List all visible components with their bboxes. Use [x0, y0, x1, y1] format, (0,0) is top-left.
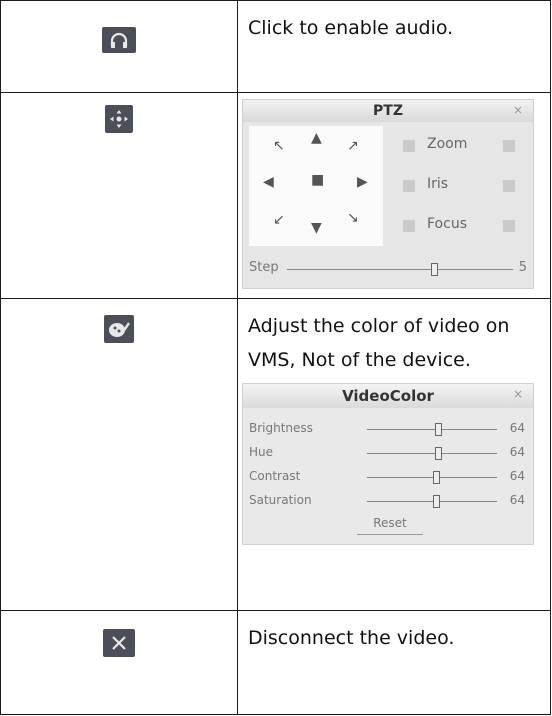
ptz-move-icon[interactable] — [105, 105, 133, 133]
table-row: Click to enable audio. — [0, 0, 551, 93]
iris-label: Iris — [427, 176, 449, 192]
icon-cell — [0, 0, 238, 93]
ptz-panel: PTZ × ↖ ▲ ↗ ◀ ■ ▶ ↙ ▼ ↘ Zoom Iris Focus … — [242, 99, 534, 289]
step-slider-handle[interactable] — [431, 263, 438, 276]
description-text: Adjust the color of video on VMS, Not of… — [248, 315, 510, 371]
slider-track[interactable] — [367, 453, 497, 454]
icon-cell — [0, 610, 238, 715]
description-cell: Disconnect the video. — [237, 610, 551, 715]
pan-down-left-icon[interactable]: ↙ — [273, 212, 285, 228]
focus-far-button[interactable] — [503, 220, 515, 232]
slider-track[interactable] — [367, 429, 497, 430]
videocolor-panel: VideoColor × Brightness 64 Hue 64 Contra… — [242, 383, 534, 545]
focus-label: Focus — [427, 216, 467, 232]
headphones-icon[interactable] — [102, 27, 136, 53]
step-value: 5 — [518, 260, 527, 275]
slider-handle[interactable] — [435, 423, 442, 436]
table-row: Adjust the color of video on VMS, Not of… — [0, 298, 551, 611]
description-text: Click to enable audio. — [248, 17, 454, 39]
tilt-down-icon[interactable]: ▼ — [311, 220, 322, 236]
reset-button[interactable]: Reset — [357, 516, 423, 535]
zoom-out-button[interactable] — [403, 140, 415, 152]
brightness-slider[interactable]: Brightness 64 — [249, 420, 531, 438]
hue-label: Hue — [249, 445, 274, 459]
iris-close-button[interactable] — [403, 180, 415, 192]
step-slider[interactable]: Step 5 — [249, 260, 529, 280]
focus-control: Focus — [391, 214, 531, 244]
zoom-control: Zoom — [391, 134, 531, 164]
brightness-label: Brightness — [249, 421, 313, 435]
direction-pad: ↖ ▲ ↗ ◀ ■ ▶ ↙ ▼ ↘ — [249, 126, 383, 246]
pan-right-icon[interactable]: ▶ — [357, 174, 368, 190]
slider-track[interactable] — [367, 477, 497, 478]
slider-handle[interactable] — [435, 447, 442, 460]
pan-left-icon[interactable]: ◀ — [263, 174, 274, 190]
pan-up-left-icon[interactable]: ↖ — [273, 138, 285, 154]
contrast-value: 64 — [509, 469, 525, 483]
ptz-panel-title: PTZ — [243, 100, 533, 122]
icon-cell — [0, 92, 238, 299]
zoom-label: Zoom — [427, 136, 468, 152]
close-icon[interactable]: × — [513, 103, 523, 117]
zoom-in-button[interactable] — [503, 140, 515, 152]
saturation-value: 64 — [509, 493, 525, 507]
description-cell: PTZ × ↖ ▲ ↗ ◀ ■ ▶ ↙ ▼ ↘ Zoom Iris Focus … — [237, 92, 551, 299]
brightness-value: 64 — [509, 421, 525, 435]
focus-near-button[interactable] — [403, 220, 415, 232]
table-row: PTZ × ↖ ▲ ↗ ◀ ■ ▶ ↙ ▼ ↘ Zoom Iris Focus … — [0, 92, 551, 299]
slider-handle[interactable] — [433, 495, 440, 508]
color-palette-icon[interactable] — [104, 315, 134, 343]
description-cell: Adjust the color of video on VMS, Not of… — [237, 298, 551, 611]
slider-track[interactable] — [367, 501, 497, 502]
saturation-slider[interactable]: Saturation 64 — [249, 492, 531, 510]
description-cell: Click to enable audio. — [237, 0, 551, 93]
saturation-label: Saturation — [249, 493, 312, 507]
videocolor-panel-title: VideoColor — [243, 384, 533, 408]
contrast-label: Contrast — [249, 469, 301, 483]
contrast-slider[interactable]: Contrast 64 — [249, 468, 531, 486]
close-icon[interactable]: × — [513, 387, 523, 401]
close-icon[interactable] — [103, 629, 135, 657]
hue-value: 64 — [509, 445, 525, 459]
hue-slider[interactable]: Hue 64 — [249, 444, 531, 462]
pan-down-right-icon[interactable]: ↘ — [347, 210, 359, 226]
slider-handle[interactable] — [433, 471, 440, 484]
description-text: Disconnect the video. — [248, 627, 455, 649]
iris-open-button[interactable] — [503, 180, 515, 192]
icon-cell — [0, 298, 238, 611]
pan-up-right-icon[interactable]: ↗ — [347, 138, 359, 154]
iris-control: Iris — [391, 174, 531, 204]
table-row: Disconnect the video. — [0, 610, 551, 715]
tilt-up-icon[interactable]: ▲ — [311, 130, 322, 146]
feature-table: Click to enable audio. PTZ × ↖ ▲ ↗ ◀ ■ ▶… — [0, 0, 551, 715]
stop-icon[interactable]: ■ — [311, 172, 324, 188]
step-slider-track[interactable] — [287, 269, 513, 270]
step-label: Step — [249, 260, 279, 275]
